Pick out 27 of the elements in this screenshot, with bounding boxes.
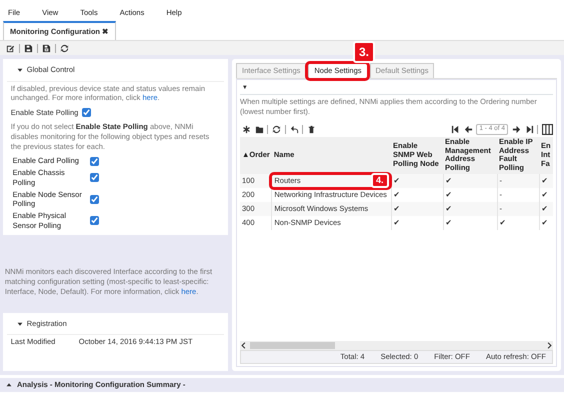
- columns-icon[interactable]: [542, 124, 553, 136]
- folder-icon[interactable]: [254, 125, 264, 134]
- next-page-icon[interactable]: [512, 125, 521, 134]
- checkbox[interactable]: [90, 194, 100, 204]
- callout-badge: 3.: [353, 41, 376, 63]
- save-icon[interactable]: [24, 44, 33, 52]
- scroll-right-icon[interactable]: [546, 342, 553, 350]
- checkbox[interactable]: [82, 108, 92, 118]
- checkbox[interactable]: [90, 173, 100, 182]
- checkbox[interactable]: [90, 156, 100, 166]
- first-page-icon[interactable]: [450, 125, 460, 134]
- scrollbar-thumb[interactable]: [250, 342, 335, 350]
- refresh-icon[interactable]: [60, 44, 69, 52]
- delete-icon[interactable]: [307, 125, 316, 134]
- refresh-icon[interactable]: [272, 125, 282, 134]
- save-close-icon[interactable]: [42, 44, 51, 52]
- scroll-left-icon[interactable]: [240, 342, 247, 350]
- undo-icon[interactable]: [290, 125, 299, 134]
- previous-page-icon[interactable]: [464, 125, 473, 134]
- collapse-toggle-icon[interactable]: [17, 66, 23, 73]
- expand-toggle-icon[interactable]: [6, 382, 12, 388]
- checkbox[interactable]: [90, 216, 100, 226]
- callout-badge: 4.: [371, 173, 389, 188]
- last-page-icon[interactable]: [524, 125, 534, 134]
- new-icon[interactable]: [242, 125, 251, 134]
- edit-icon[interactable]: [6, 44, 15, 52]
- collapse-toggle-icon[interactable]: [17, 320, 23, 326]
